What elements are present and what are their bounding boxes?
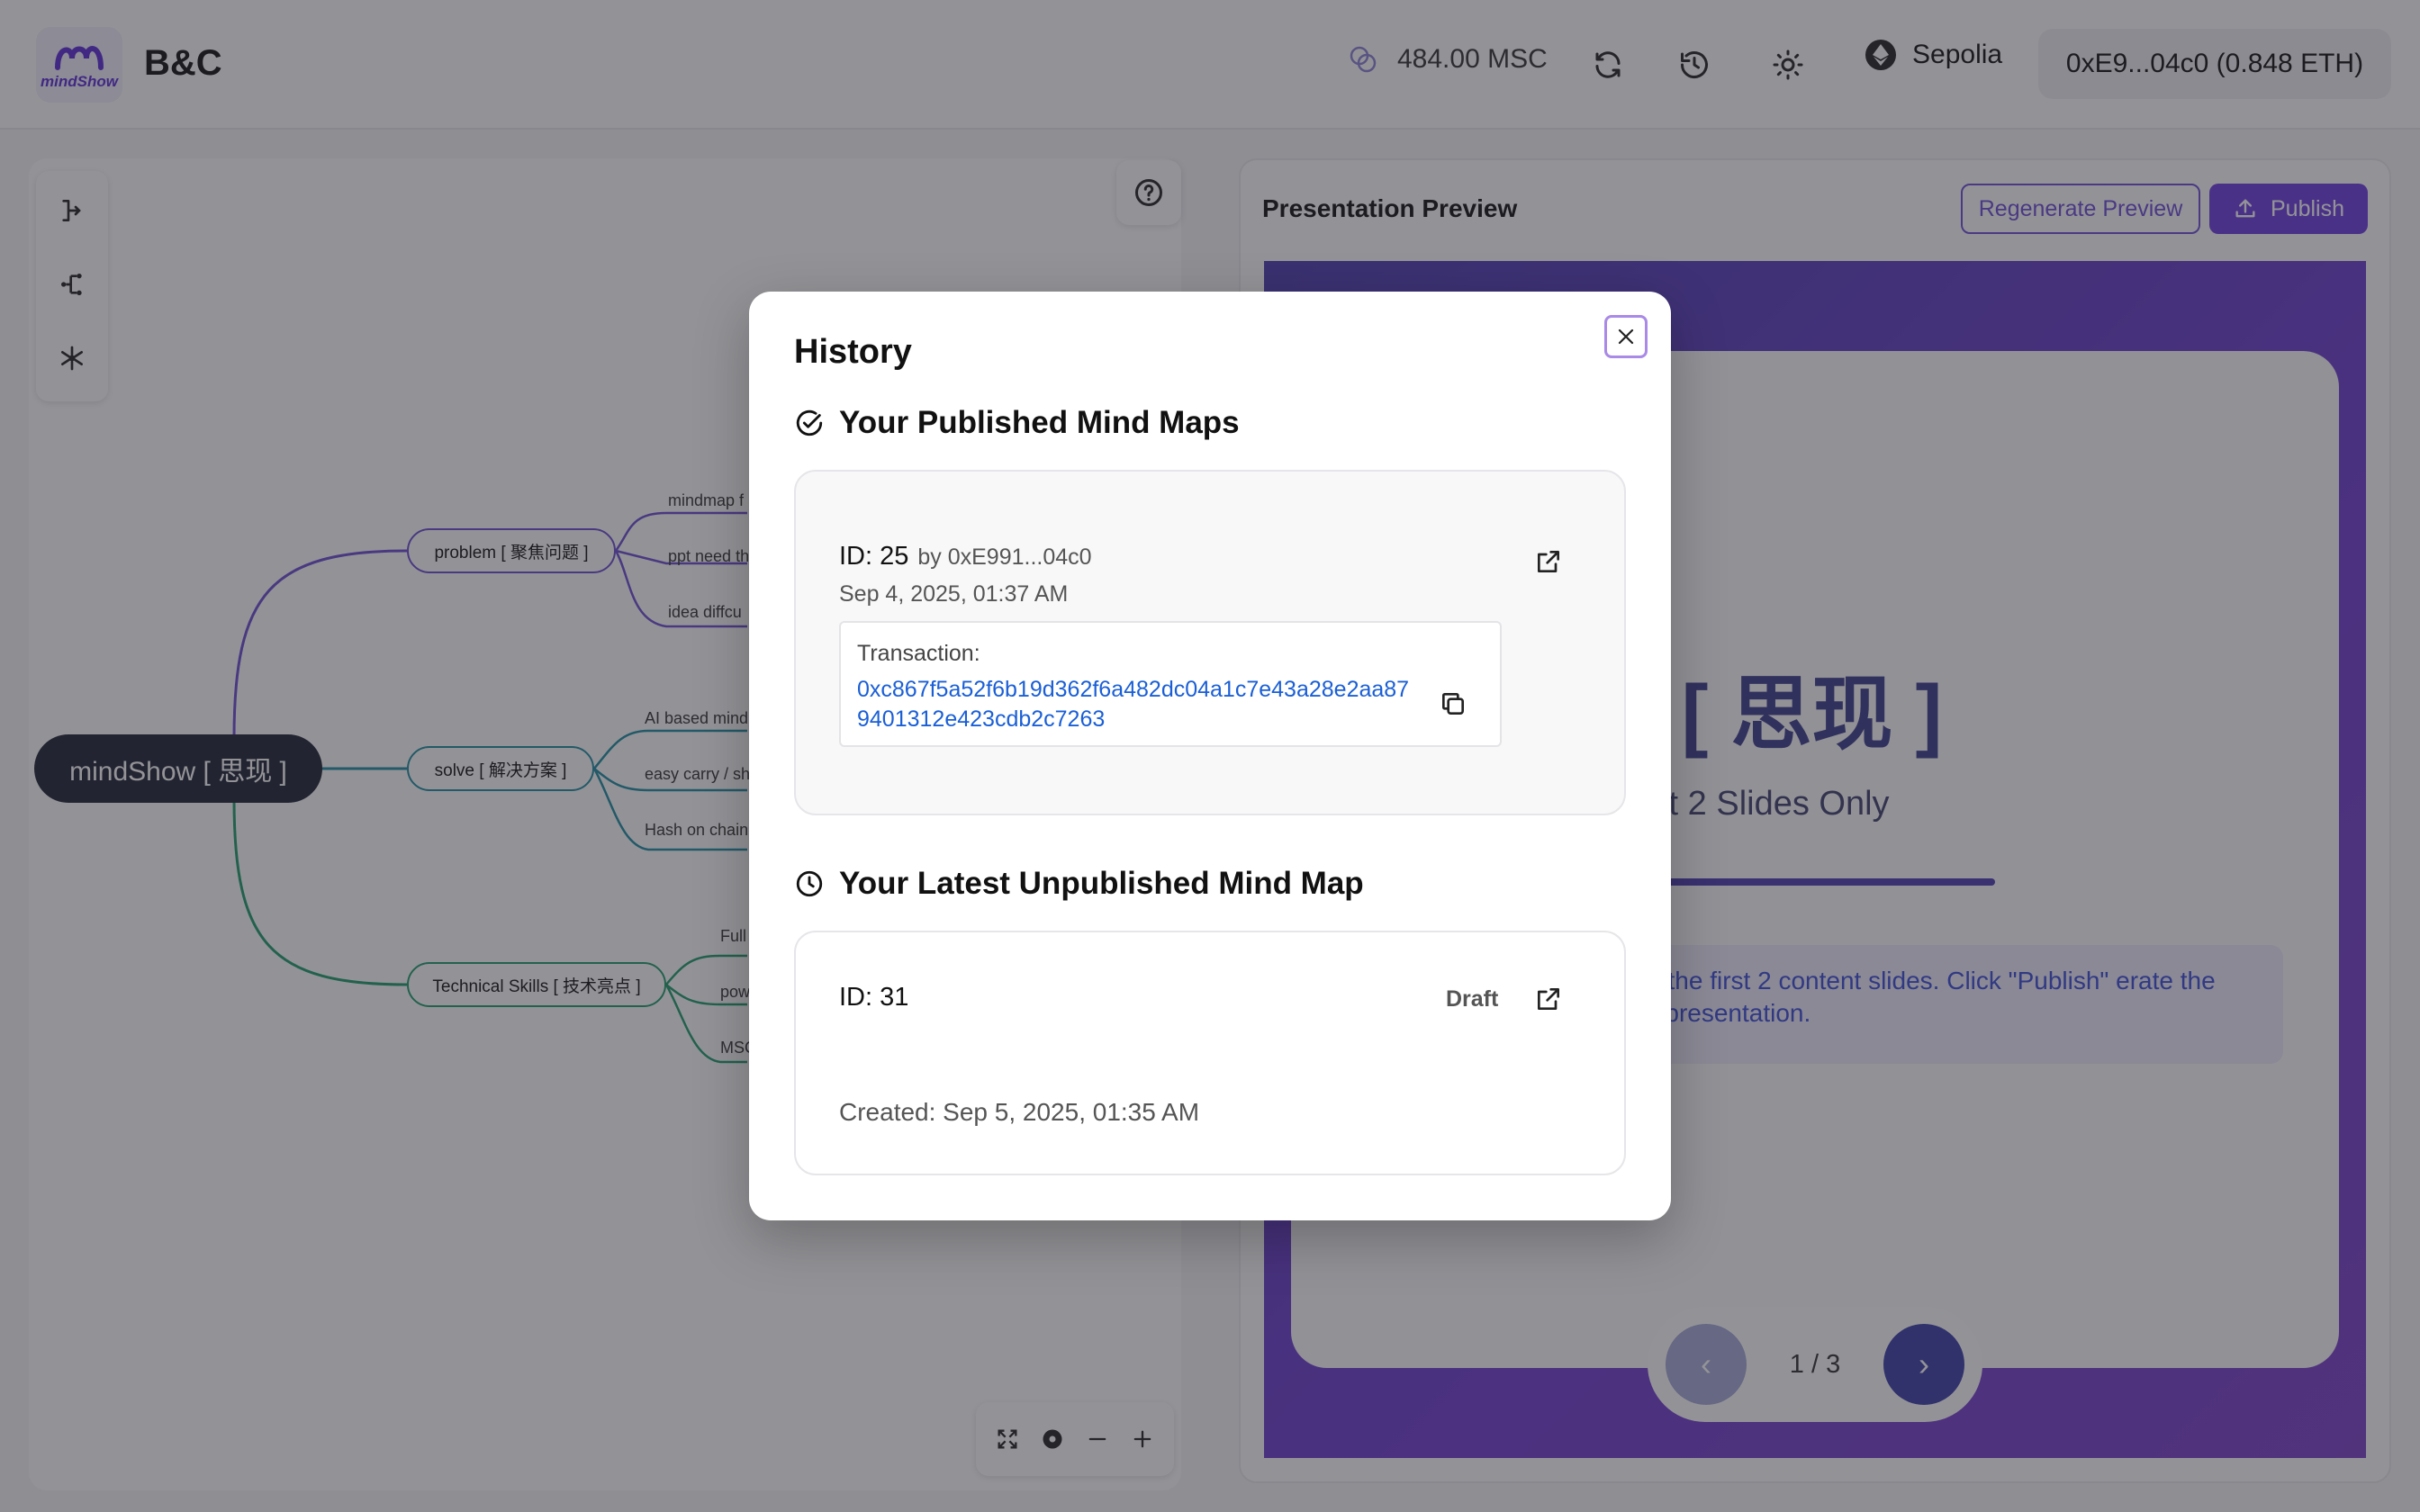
published-id: ID: 25 by 0xE991...04c0 [839,542,1092,572]
clock-icon [796,870,823,897]
modal-title: History [794,333,912,371]
unpublished-heading-text: Your Latest Unpublished Mind Map [839,866,1364,901]
copy-icon [1442,693,1464,715]
open-draft-button[interactable] [1531,981,1567,1017]
published-map-card: ID: 25 by 0xE991...04c0 Sep 4, 2025, 01:3… [794,470,1626,815]
external-link-icon [1538,988,1559,1010]
published-id-text: ID: 25 [839,542,909,571]
unpublished-section-heading: Your Latest Unpublished Mind Map [794,866,1364,902]
published-date: Sep 4, 2025, 01:37 AM [839,581,1069,607]
check-circle-icon [796,410,823,436]
external-link-icon [1538,551,1559,572]
copy-hash-button[interactable] [1435,686,1471,722]
close-icon [1618,328,1634,345]
unpublished-map-card: ID: 31 Draft Created: Sep 5, 2025, 01:35… [794,931,1626,1175]
draft-badge: Draft [1446,986,1499,1012]
transaction-box: Transaction: 0xc867f5a52f6b19d362f6a482d… [839,621,1502,747]
published-heading-text: Your Published Mind Maps [839,405,1240,440]
open-published-button[interactable] [1531,544,1567,580]
transaction-label: Transaction: [857,641,980,666]
history-modal: History Your Published Mind Maps ID: 25 b… [749,292,1671,1220]
unpublished-id: ID: 31 [839,983,909,1012]
close-button[interactable] [1604,315,1648,358]
published-section-heading: Your Published Mind Maps [794,405,1240,441]
transaction-hash-link[interactable]: 0xc867f5a52f6b19d362f6a482dc04a1c7e43a28… [857,675,1415,734]
published-author: by 0xE991...04c0 [917,544,1092,570]
draft-created-date: Created: Sep 5, 2025, 01:35 AM [839,1098,1200,1126]
